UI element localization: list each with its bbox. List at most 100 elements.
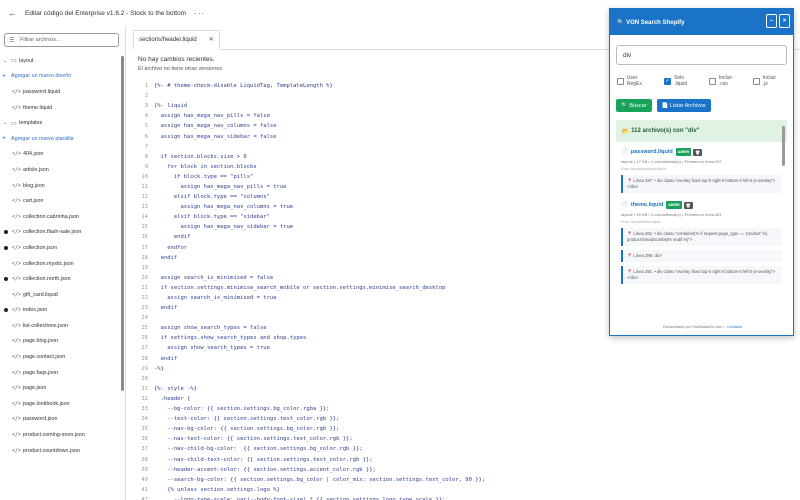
code-file-icon: </> xyxy=(12,322,22,329)
line-number: 23 xyxy=(141,305,148,312)
file-item[interactable]: </> blog.json xyxy=(0,178,125,194)
ellipsis-icon[interactable]: ··· xyxy=(194,9,205,18)
result-path: Ruta: layout/password.liquid xyxy=(621,167,666,171)
file-label: gift_card.liquid xyxy=(23,291,58,298)
checkbox-icon[interactable] xyxy=(752,77,760,85)
checkbox-icon[interactable] xyxy=(708,77,716,85)
file-item[interactable]: </> page.lookbook.json xyxy=(0,396,125,412)
result-name[interactable]: theme.liquid xyxy=(631,202,663,208)
line-number: 20 xyxy=(141,274,148,281)
line-number: 29 xyxy=(141,365,148,372)
folder-item[interactable]: ⌄ ▭ layout xyxy=(0,53,125,69)
chevron-down-icon[interactable]: ⌄ xyxy=(3,120,11,126)
file-item[interactable]: </> password.liquid xyxy=(0,84,125,100)
option-checkbox[interactable]: ✓ Solo .liquid xyxy=(664,75,698,87)
line-number: 31 xyxy=(141,385,148,392)
file-item[interactable]: </> collection.north.json xyxy=(0,271,125,287)
minimize-button[interactable]: – xyxy=(766,14,777,28)
match-line[interactable]: 📍 Línea 361: • div class="container{% if… xyxy=(621,228,782,246)
line-content: --nav-bg-color: {{ section.settings.bg_c… xyxy=(154,426,340,433)
checkbox-icon[interactable] xyxy=(617,77,624,85)
folder-icon: ▭ xyxy=(11,120,17,127)
tab-header-liquid[interactable]: sections/header.liquid ✕ xyxy=(133,30,220,50)
file-label: collection.cabrinha.json xyxy=(23,213,80,220)
file-item[interactable]: </> page.json xyxy=(0,380,125,396)
line-content: endfor xyxy=(154,244,188,251)
trash-icon[interactable]: 🗑 xyxy=(693,148,703,156)
file-item[interactable]: </> article.json xyxy=(0,162,125,178)
result-name[interactable]: password.liquid xyxy=(631,149,673,155)
file-item[interactable]: </> gift_card.liquid xyxy=(0,287,125,303)
file-item[interactable]: </> collection.mystic.json xyxy=(0,256,125,272)
code-line: 33 --bg-color: {{ section.settings.bg_co… xyxy=(133,404,800,414)
list-files-button[interactable]: 📄 Listar Archivos xyxy=(656,99,711,112)
modified-dot xyxy=(4,245,8,250)
file-label: cart.json xyxy=(23,198,44,205)
match-line[interactable]: 📍 Línea 297: • div class="overlay fixed … xyxy=(621,175,782,193)
file-item[interactable]: </> theme.liquid xyxy=(0,100,125,116)
line-content: {%- style -%} xyxy=(154,385,198,392)
filter-placeholder: Filtrar archivos... xyxy=(20,37,61,43)
file-item[interactable]: </> page.contact.json xyxy=(0,349,125,365)
add-item-link[interactable]: + Agregar un nuevo diseño xyxy=(0,69,125,85)
file-item[interactable]: </> product.coming-soon.json xyxy=(0,427,125,443)
trash-icon[interactable]: 🗑 xyxy=(683,201,693,209)
result-file-name[interactable]: 📄 theme.liquid ABRIR 🗑 xyxy=(621,201,782,209)
sidebar-scrollbar[interactable] xyxy=(121,56,124,391)
file-item[interactable]: </> collection.json xyxy=(0,240,125,256)
option-checkbox[interactable]: Incluir .js xyxy=(752,75,782,87)
code-file-icon: </> xyxy=(12,198,22,205)
file-item[interactable]: </> password.json xyxy=(0,412,125,428)
contact-link[interactable]: Contacto xyxy=(727,325,742,329)
line-number: 2 xyxy=(144,93,148,100)
option-checkbox[interactable]: Incluir .css xyxy=(708,75,742,87)
code-line: 31 {%- style -%} xyxy=(133,384,800,394)
result-file-name[interactable]: 📄 password.liquid ABRIR 🗑 xyxy=(621,148,782,156)
results-scrollbar[interactable] xyxy=(782,126,785,166)
code-line: 41 {% unless section.settings.logo %} xyxy=(133,485,800,495)
match-line[interactable]: 📍 Línea 389: div> xyxy=(621,250,782,262)
close-button[interactable]: × xyxy=(779,14,790,28)
line-number: 5 xyxy=(144,123,148,130)
search-input[interactable]: div xyxy=(616,45,787,65)
line-number: 6 xyxy=(144,133,148,140)
line-number: 15 xyxy=(141,224,148,231)
line-number: 22 xyxy=(141,295,148,302)
line-number: 39 xyxy=(141,466,148,473)
file-item[interactable]: </> list-collections.json xyxy=(0,318,125,334)
arrow-left-icon[interactable]: ← xyxy=(8,8,22,18)
add-item-link[interactable]: + Agregar un nuevo plantilla xyxy=(0,131,125,147)
line-content: if section.blocks.size > 0 xyxy=(154,153,247,160)
line-number: 41 xyxy=(141,486,148,493)
option-label: Solo .liquid xyxy=(674,75,688,87)
code-file-icon: </> xyxy=(12,385,22,392)
option-checkbox[interactable]: User RegEx xyxy=(617,75,653,87)
line-number: 13 xyxy=(141,204,148,211)
file-item[interactable]: </> cart.json xyxy=(0,193,125,209)
add-item-label: Agregar un nuevo plantilla xyxy=(11,135,74,142)
filter-input[interactable]: ☰ Filtrar archivos... xyxy=(4,33,119,47)
file-item[interactable]: </> collection.flash-sale.json xyxy=(0,225,125,241)
results-summary-text: 112 archivo(s) con "div" xyxy=(631,128,700,134)
open-button[interactable]: ABRIR xyxy=(666,201,682,209)
file-item[interactable]: </> collection.cabrinha.json xyxy=(0,209,125,225)
file-item[interactable]: </> product.countdown.json xyxy=(0,443,125,459)
file-item[interactable]: </> page.faqs.json xyxy=(0,365,125,381)
match-line[interactable]: 📍 Línea 391: • div class="overlay fixed … xyxy=(621,266,782,284)
code-file-icon: </> xyxy=(12,400,22,407)
search-button[interactable]: 🔍 Buscar xyxy=(616,99,652,112)
file-sidebar: ☰ Filtrar archivos... ⌄ ▭ layout + Agregar u… xyxy=(0,26,126,500)
list-icon: 📄 xyxy=(661,102,670,109)
checkbox-icon[interactable]: ✓ xyxy=(664,77,672,85)
line-content: assign has_mega_nav_columns = false xyxy=(154,123,277,130)
folder-item[interactable]: ⌄ ▭ templates xyxy=(0,115,125,131)
file-item[interactable]: </> index.json xyxy=(0,303,125,319)
file-item[interactable]: </> page.blog.json xyxy=(0,334,125,350)
option-label: User RegEx xyxy=(626,75,642,87)
result-file: 📄 theme.liquid ABRIR 🗑 layout/ • 49 KB • 3 c… xyxy=(616,195,787,286)
file-item[interactable]: </> 404.json xyxy=(0,147,125,163)
close-icon[interactable]: ✕ xyxy=(209,36,214,43)
chevron-down-icon[interactable]: ⌄ xyxy=(3,58,11,64)
code-line: 28 endif xyxy=(133,354,800,364)
open-button[interactable]: ABRIR xyxy=(675,148,692,156)
